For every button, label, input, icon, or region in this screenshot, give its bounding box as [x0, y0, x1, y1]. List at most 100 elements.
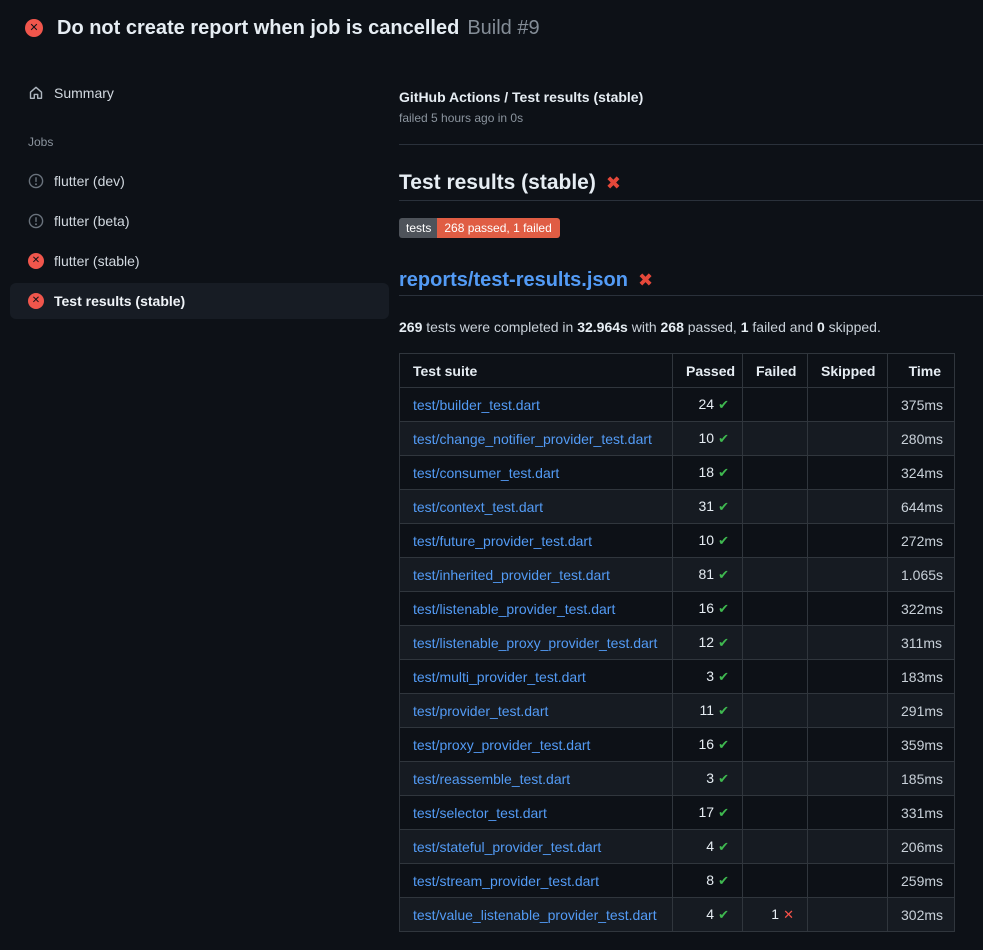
failed-cell [743, 524, 808, 558]
sidebar-item-flutter-stable[interactable]: ✕flutter (stable) [10, 243, 389, 279]
summary-line: 269 tests were completed in 32.964s with… [399, 319, 983, 335]
failed-cell [743, 422, 808, 456]
table-row: test/value_listenable_provider_test.dart… [400, 898, 955, 932]
failed-cell [743, 592, 808, 626]
suite-link[interactable]: test/context_test.dart [413, 499, 543, 515]
fail-x-icon: ✕ [783, 907, 794, 922]
failed-cell [743, 762, 808, 796]
failed-icon: ✕ [28, 293, 44, 309]
table-row: test/selector_test.dart17✔331ms [400, 796, 955, 830]
suite-link[interactable]: test/inherited_provider_test.dart [413, 567, 610, 583]
suite-cell: test/stream_provider_test.dart [400, 864, 673, 898]
suite-cell: test/consumer_test.dart [400, 456, 673, 490]
passed-cell: 3✔ [673, 762, 743, 796]
check-icon: ✔ [718, 873, 729, 888]
check-icon: ✔ [718, 703, 729, 718]
passed-cell: 3✔ [673, 660, 743, 694]
passed-cell: 10✔ [673, 422, 743, 456]
failed-cell [743, 626, 808, 660]
suite-cell: test/future_provider_test.dart [400, 524, 673, 558]
suite-link[interactable]: test/value_listenable_provider_test.dart [413, 907, 657, 923]
skipped-cell [808, 456, 888, 490]
skipped-cell [808, 422, 888, 456]
failed-cell [743, 490, 808, 524]
suite-link[interactable]: test/consumer_test.dart [413, 465, 559, 481]
suite-link[interactable]: test/change_notifier_provider_test.dart [413, 431, 652, 447]
check-icon: ✔ [718, 397, 729, 412]
sidebar-item-test-results-stable[interactable]: ✕Test results (stable) [10, 283, 389, 319]
suite-cell: test/value_listenable_provider_test.dart [400, 898, 673, 932]
sidebar-item-flutter-dev[interactable]: flutter (dev) [10, 163, 389, 199]
skipped-cell [808, 558, 888, 592]
breadcrumb: GitHub Actions / Test results (stable) [399, 88, 983, 106]
report-link[interactable]: reports/test-results.json [399, 269, 628, 291]
column-header: Time [888, 354, 955, 388]
failed-cell [743, 694, 808, 728]
suite-cell: test/change_notifier_provider_test.dart [400, 422, 673, 456]
run-title: Do not create report when job is cancell… [57, 17, 459, 40]
summary-segment: tests were completed in [422, 319, 577, 335]
report-title: reports/test-results.json ✖ [399, 269, 983, 296]
table-row: test/change_notifier_provider_test.dart 1… [400, 422, 955, 456]
failed-count: 1 [771, 906, 779, 922]
table-header-row: Test suitePassedFailedSkippedTime [400, 354, 955, 388]
time-cell: 302ms [888, 898, 955, 932]
time-cell: 280ms [888, 422, 955, 456]
sidebar-item-summary[interactable]: Summary [10, 75, 389, 111]
suite-link[interactable]: test/provider_test.dart [413, 703, 548, 719]
suite-cell: test/multi_provider_test.dart [400, 660, 673, 694]
suite-link[interactable]: test/listenable_provider_test.dart [413, 601, 615, 617]
sidebar-item-flutter-beta[interactable]: flutter (beta) [10, 203, 389, 239]
sidebar-item-label: flutter (dev) [54, 173, 125, 189]
table-row: test/multi_provider_test.dart3✔183ms [400, 660, 955, 694]
skipped-cell [808, 830, 888, 864]
check-icon: ✔ [718, 805, 729, 820]
suite-link[interactable]: test/listenable_proxy_provider_test.dart [413, 635, 657, 651]
suite-link[interactable]: test/selector_test.dart [413, 805, 547, 821]
passed-count: 31 [699, 498, 715, 514]
skipped-cell [808, 796, 888, 830]
summary-segment: 268 [661, 319, 684, 335]
time-cell: 291ms [888, 694, 955, 728]
skipped-cell [808, 490, 888, 524]
suite-link[interactable]: test/future_provider_test.dart [413, 533, 592, 549]
passed-cell: 12✔ [673, 626, 743, 660]
suite-link[interactable]: test/builder_test.dart [413, 397, 540, 413]
suite-cell: test/provider_test.dart [400, 694, 673, 728]
column-header: Passed [673, 354, 743, 388]
passed-count: 24 [699, 396, 715, 412]
suite-link[interactable]: test/reassemble_test.dart [413, 771, 570, 787]
suite-cell: test/stateful_provider_test.dart [400, 830, 673, 864]
check-icon: ✔ [718, 499, 729, 514]
failed-cell [743, 558, 808, 592]
skipped-cell [808, 626, 888, 660]
failed-cell: 1✕ [743, 898, 808, 932]
suite-cell: test/proxy_provider_test.dart [400, 728, 673, 762]
suite-link[interactable]: test/multi_provider_test.dart [413, 669, 586, 685]
summary-segment: 269 [399, 319, 422, 335]
job-list: flutter (dev) flutter (beta) ✕flutter (sta… [0, 163, 399, 319]
table-body: test/builder_test.dart24✔375mstest/chang… [400, 388, 955, 932]
cross-mark-icon: ✖ [638, 271, 653, 289]
check-icon: ✔ [718, 907, 729, 922]
table-row: test/reassemble_test.dart3✔185ms [400, 762, 955, 796]
table-row: test/provider_test.dart11✔291ms [400, 694, 955, 728]
suite-link[interactable]: test/proxy_provider_test.dart [413, 737, 590, 753]
passed-cell: 4✔ [673, 898, 743, 932]
column-header: Failed [743, 354, 808, 388]
passed-cell: 31✔ [673, 490, 743, 524]
failed-cell [743, 456, 808, 490]
suite-link[interactable]: test/stateful_provider_test.dart [413, 839, 601, 855]
check-icon: ✔ [718, 771, 729, 786]
failed-cell [743, 864, 808, 898]
summary-segment: failed and [749, 319, 818, 335]
passed-cell: 18✔ [673, 456, 743, 490]
failed-cell [743, 830, 808, 864]
passed-count: 4 [706, 906, 714, 922]
passed-count: 16 [699, 600, 715, 616]
passed-count: 10 [699, 532, 715, 548]
suite-link[interactable]: test/stream_provider_test.dart [413, 873, 599, 889]
summary-segment: passed, [684, 319, 741, 335]
table-row: test/consumer_test.dart18✔324ms [400, 456, 955, 490]
table-row: test/proxy_provider_test.dart16✔359ms [400, 728, 955, 762]
